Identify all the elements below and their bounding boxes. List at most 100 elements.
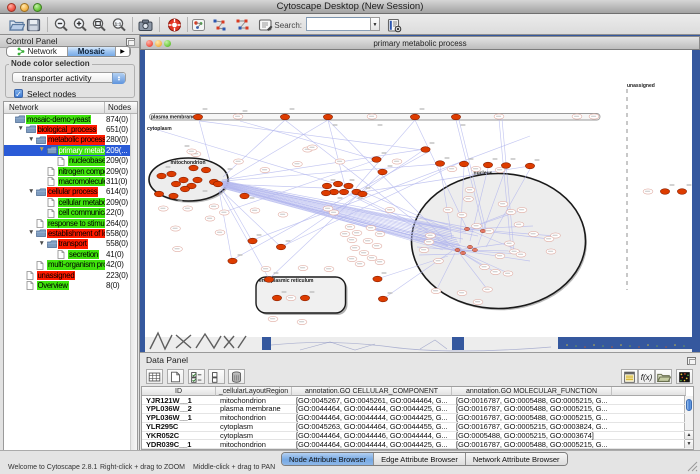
gene-node-colored[interactable] (171, 181, 180, 187)
tree-row-mosaic-demo-yeast[interactable]: mosaic-demo-yeast874(0) (4, 114, 130, 124)
network-canvas[interactable]: plasma membranecytoplasmmitochondrionnuc… (145, 50, 692, 353)
tree-row-nucleobase-[interactable]: nucleobase-209(0) (4, 156, 130, 166)
expand-arrow-icon[interactable]: ▼ (28, 229, 34, 236)
gene-node[interactable] (340, 231, 350, 236)
tree-row-multi-organism-pro[interactable]: multi-organism pro42(0) (4, 260, 130, 270)
gene-node[interactable] (392, 159, 402, 164)
float-panel-icon[interactable] (687, 357, 696, 365)
table-row-yjr121w__1[interactable]: YJR121W__1mitochondrion[GO:0045267, GO:0… (142, 397, 685, 406)
table-row-ypl036w__1[interactable]: YPL036W__1mitochondrion[GO:0044464, GO:0… (142, 414, 685, 423)
gene-node[interactable] (286, 295, 296, 300)
gene-node[interactable] (472, 223, 482, 228)
tree-row-response-to-stimul[interactable]: response to stimul264(0) (4, 218, 130, 228)
column-header--cellularlayoutregion[interactable]: _cellularLayoutRegion (216, 387, 292, 396)
gene-node-colored[interactable] (193, 177, 202, 183)
gene-node[interactable] (215, 230, 225, 235)
expand-arrow-icon[interactable]: ▼ (28, 188, 34, 195)
gene-node[interactable] (506, 209, 516, 214)
gene-node[interactable] (324, 266, 334, 271)
float-panel-icon[interactable] (126, 38, 135, 46)
window-zoom-button[interactable] (164, 40, 171, 47)
zoom-button[interactable] (33, 3, 42, 12)
gene-node[interactable] (359, 250, 369, 255)
gene-node-colored[interactable] (167, 171, 176, 177)
gene-node-colored[interactable] (201, 167, 210, 173)
tree-scrollbar[interactable] (130, 114, 137, 452)
gene-node-colored[interactable] (322, 183, 331, 189)
tab-overflow-button[interactable]: ▶ (116, 47, 130, 56)
scrollbar-thumb[interactable] (686, 399, 692, 411)
gene-node-colored[interactable] (228, 258, 237, 264)
gene-node-colored[interactable] (154, 191, 163, 197)
gene-node-colored[interactable] (179, 177, 188, 183)
zoom-out-icon[interactable] (52, 16, 70, 33)
gene-node-colored[interactable] (323, 114, 332, 120)
gene-node[interactable] (268, 316, 278, 321)
search-input[interactable] (306, 17, 371, 31)
gene-node[interactable] (183, 206, 193, 211)
gene-node[interactable] (643, 189, 653, 194)
unselect-all-attributes-icon[interactable] (208, 369, 225, 384)
gene-node[interactable] (529, 231, 539, 236)
network-window-titlebar[interactable]: primary metabolic process (140, 36, 700, 50)
gene-node[interactable] (457, 212, 467, 217)
gene-node[interactable] (443, 207, 453, 212)
scroll-up-icon[interactable]: ▲ (685, 430, 693, 439)
gene-node-colored[interactable] (464, 227, 469, 230)
function-builder-icon[interactable]: f(x) (638, 369, 655, 384)
gene-node[interactable] (297, 319, 307, 324)
gene-node-colored[interactable] (660, 189, 669, 195)
gene-node-colored[interactable] (378, 296, 387, 302)
gene-node[interactable] (308, 145, 318, 150)
gene-node[interactable] (491, 269, 501, 274)
gene-node-colored[interactable] (344, 183, 353, 189)
attribute-select-icon[interactable] (146, 369, 163, 384)
gene-node-colored[interactable] (264, 277, 273, 283)
gene-node[interactable] (473, 299, 483, 304)
gene-node-colored[interactable] (501, 163, 510, 169)
gene-node-colored[interactable] (410, 114, 419, 120)
gene-node[interactable] (372, 243, 382, 248)
select-nodes-checkbox[interactable]: ✓ (14, 89, 23, 98)
gene-node-colored[interactable] (378, 169, 387, 175)
scroll-down-icon[interactable]: ▼ (685, 439, 693, 448)
gene-node[interactable] (517, 207, 527, 212)
gene-node-colored[interactable] (276, 244, 285, 250)
table-row-ypl036w__2[interactable]: YPL036W__2plasma membrane[GO:0044464, GO… (142, 405, 685, 414)
tree-row-nitrogen-compo[interactable]: nitrogen compo209(0) (4, 166, 130, 176)
advanced-search-icon[interactable] (385, 16, 403, 33)
gene-node[interactable] (505, 241, 515, 246)
edge[interactable] (356, 120, 415, 188)
gene-node-colored[interactable] (189, 165, 198, 171)
gene-node-colored[interactable] (248, 238, 257, 244)
gene-node[interactable] (350, 245, 360, 250)
gene-node[interactable] (158, 206, 168, 211)
gene-node[interactable] (419, 247, 429, 252)
tree-row-cellular-process[interactable]: ▼cellular process614(0) (4, 187, 130, 197)
new-attribute-icon[interactable] (167, 369, 184, 384)
window-close-button[interactable] (146, 40, 153, 47)
gene-node[interactable] (471, 166, 481, 171)
gene-node[interactable] (424, 239, 434, 244)
gene-node-colored[interactable] (180, 186, 189, 192)
gene-node[interactable] (347, 237, 357, 242)
tab-network[interactable]: Network (7, 47, 68, 56)
gene-node-colored[interactable] (329, 189, 338, 195)
layout-red-icon[interactable] (233, 16, 251, 33)
gene-node[interactable] (250, 208, 260, 213)
gene-node[interactable] (293, 161, 303, 166)
delete-attribute-icon[interactable] (228, 369, 245, 384)
gene-node-colored[interactable] (451, 114, 460, 120)
heatmap-icon[interactable] (676, 369, 693, 384)
gene-node-colored[interactable] (372, 157, 381, 163)
tree-row-transport[interactable]: ▼transport558(0) (4, 239, 130, 249)
gene-node-colored[interactable] (213, 181, 222, 187)
edge[interactable] (222, 182, 450, 231)
node-color-combo[interactable]: transporter activity ▲▼ (12, 72, 126, 83)
gene-node[interactable] (260, 167, 270, 172)
gene-node[interactable] (187, 149, 197, 154)
annotation-icon[interactable] (256, 16, 274, 33)
column-header-annotation-go-cellular-component[interactable]: annotation.GO CELLULAR_COMPONENT (292, 387, 452, 396)
gene-node[interactable] (426, 233, 436, 238)
gene-node[interactable] (347, 256, 357, 261)
